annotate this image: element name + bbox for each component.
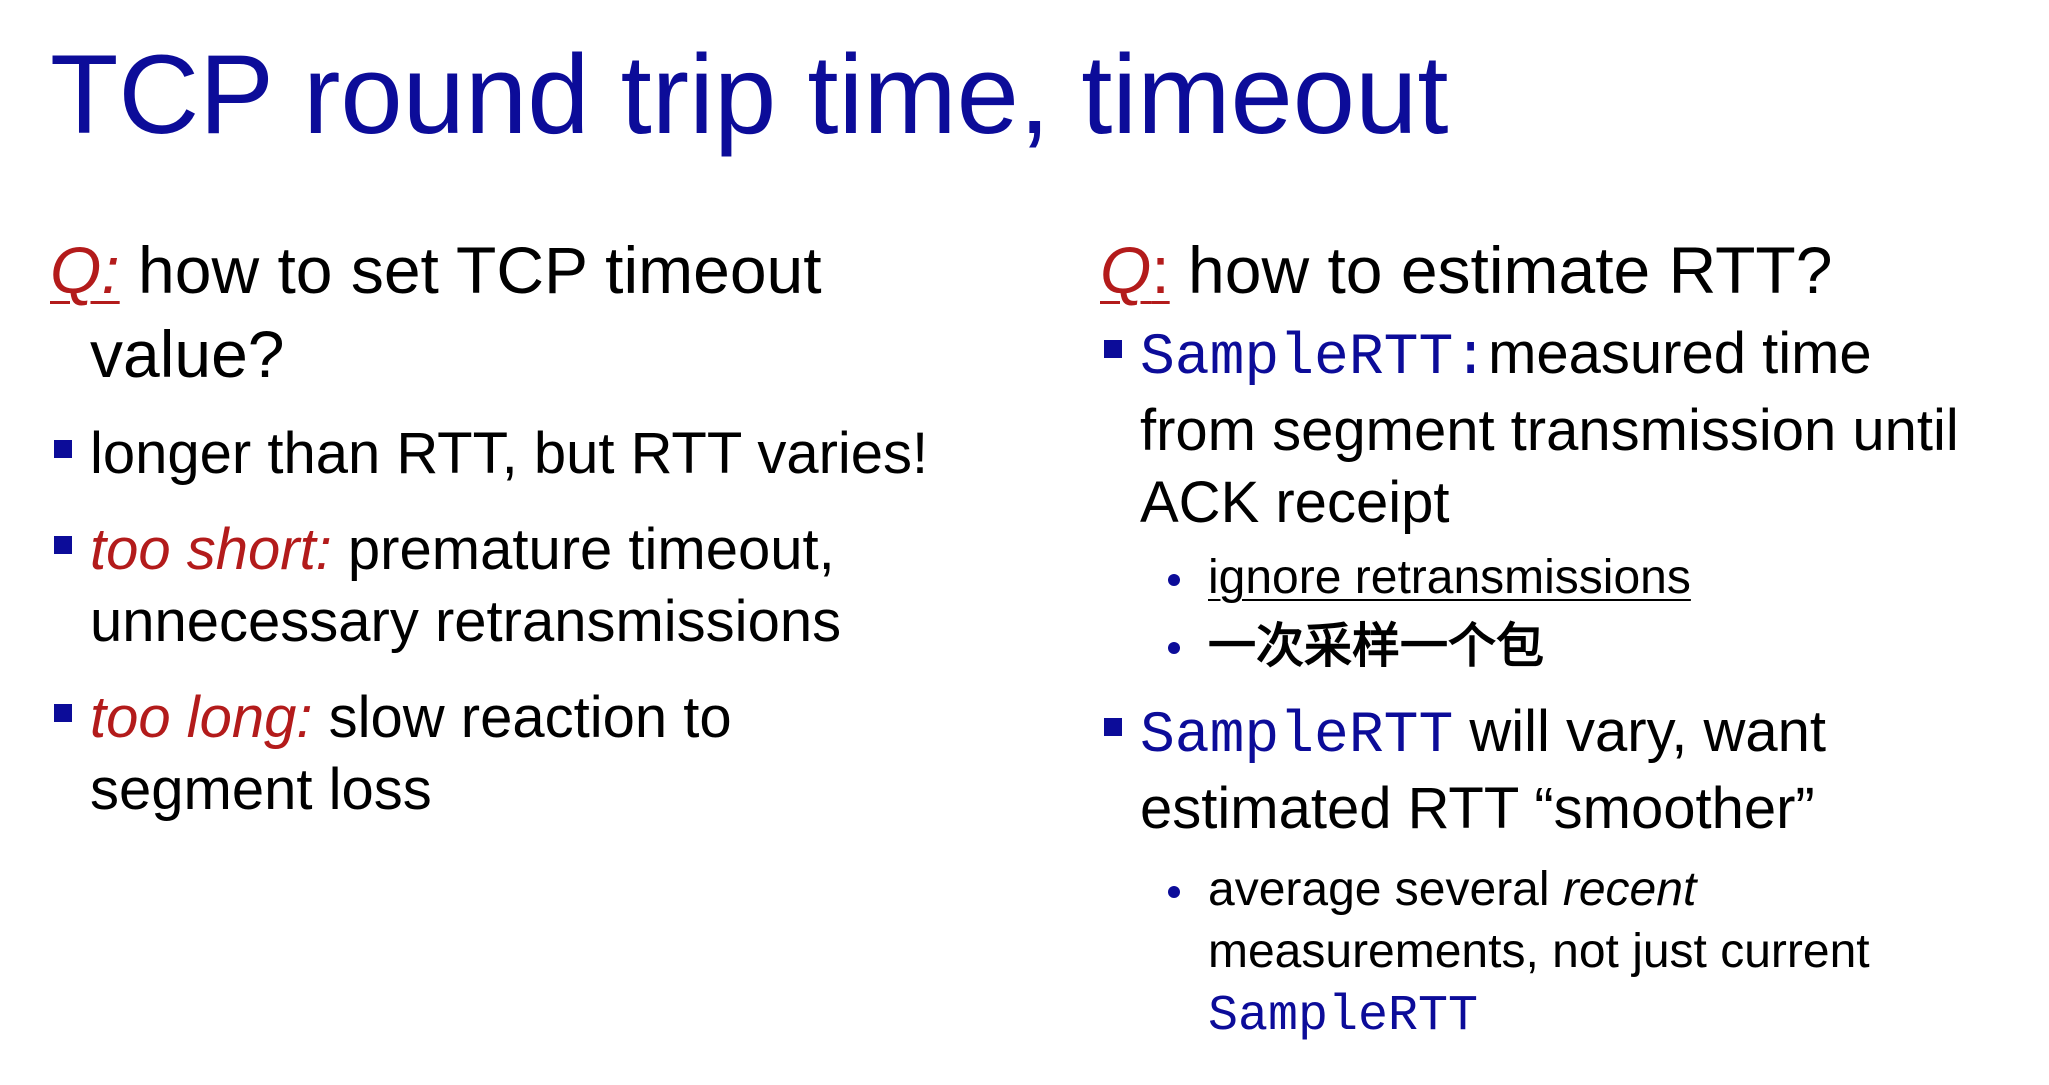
left-bullet-3-cont: segment loss	[90, 757, 432, 822]
right-bullet-1-code: SampleRTT:	[1140, 326, 1489, 391]
left-bullet-1-text: longer than RTT, but RTT varies!	[90, 421, 929, 486]
dot-bullet-icon	[1168, 886, 1180, 898]
right-sub-3-line2: measurements, not just current	[1208, 925, 1870, 978]
right-sub-3-pre: average several	[1208, 863, 1563, 916]
left-column: Q: how to set TCP timeout value? longer …	[50, 228, 1050, 826]
dot-bullet-icon	[1168, 574, 1180, 586]
left-q-mark: Q:	[50, 233, 120, 307]
right-sub-1-text: ignore retransmissions	[1208, 551, 1691, 604]
right-column: Q: how to estimate RTT? SampleRTT:measur…	[1100, 228, 2040, 1048]
right-q-text: how to estimate RTT?	[1188, 233, 1833, 307]
right-bullet-1-cont1: from segment transmission until	[1140, 398, 1959, 463]
right-sub-3-emph: recent	[1562, 863, 1697, 916]
left-bullet-2: too short: premature timeout, unnecessar…	[50, 514, 1050, 658]
right-sub-3: average several recent measurements, not…	[1100, 859, 2040, 1048]
right-q-mark: Q	[1100, 233, 1152, 307]
right-bullet-1: SampleRTT:measured time from segment tra…	[1100, 318, 2040, 539]
left-bullet-2-text: premature timeout,	[331, 517, 835, 582]
square-bullet-icon	[54, 704, 72, 722]
left-q-continuation: value?	[90, 317, 285, 391]
right-sub-2: 一次采样一个包	[1100, 615, 2040, 678]
left-bullet-2-cont: unnecessary retransmissions	[90, 589, 842, 654]
left-bullet-3-text: slow reaction to	[312, 685, 732, 750]
square-bullet-icon	[1104, 718, 1122, 736]
left-bullet-3: too long: slow reaction to segment loss	[50, 682, 1050, 826]
slide-title: TCP round trip time, timeout	[50, 32, 1449, 157]
square-bullet-icon	[54, 440, 72, 458]
dot-bullet-icon	[1168, 642, 1180, 654]
left-bullet-1: longer than RTT, but RTT varies!	[50, 418, 1050, 490]
square-bullet-icon	[1104, 340, 1122, 358]
right-bullet-2-code: SampleRTT	[1140, 704, 1454, 769]
right-q-colon: :	[1151, 233, 1170, 307]
left-q-text: how to set TCP timeout	[138, 233, 822, 307]
left-bullet-3-emph: too long:	[90, 685, 313, 750]
square-bullet-icon	[54, 536, 72, 554]
left-bullet-2-emph: too short:	[90, 517, 332, 582]
right-sub-2-text: 一次采样一个包	[1208, 618, 1545, 674]
right-bullet-2-cont1: estimated RTT “smoother”	[1140, 776, 1815, 841]
right-question: Q: how to estimate RTT?	[1100, 228, 2040, 312]
right-bullet-1-cont2: ACK receipt	[1140, 470, 1450, 535]
right-bullet-1-text: measured time	[1488, 321, 1872, 386]
right-sub-3-code: SampleRTT	[1208, 988, 1479, 1045]
right-sub-1: ignore retransmissions	[1100, 547, 2040, 609]
right-bullet-2-text: will vary, want	[1453, 699, 1827, 764]
left-question: Q: how to set TCP timeout	[50, 228, 1050, 312]
right-bullet-2: SampleRTT will vary, want estimated RTT …	[1100, 696, 2040, 845]
